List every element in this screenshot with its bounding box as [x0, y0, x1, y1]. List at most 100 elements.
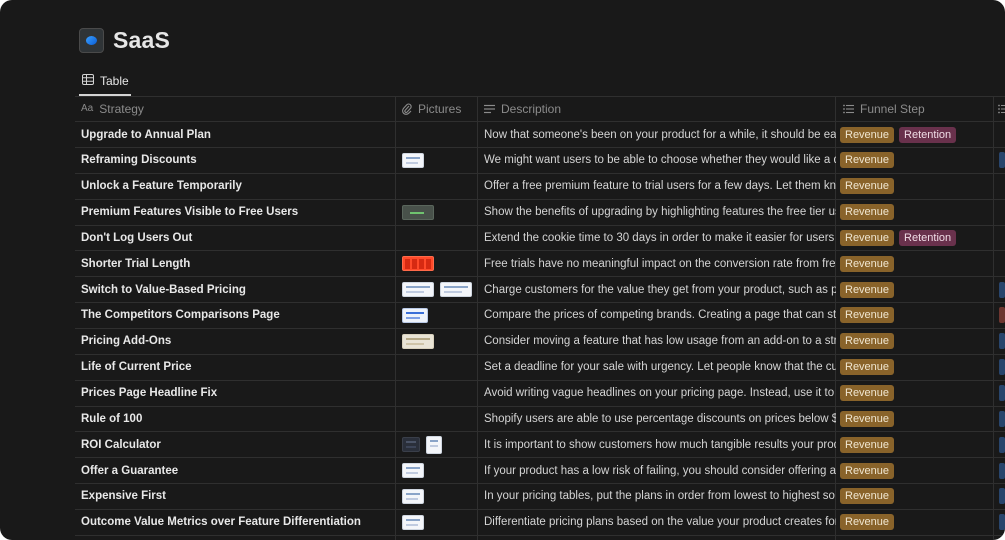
picture-thumbnail[interactable]	[440, 282, 472, 298]
table-row[interactable]: Expensive First In your pricing tables, p…	[75, 484, 1005, 510]
cell-strategy[interactable]: Prices Page Headline Fix	[81, 381, 395, 406]
cell-funnel-step[interactable]: Revenue	[840, 303, 998, 328]
cell-funnel-step[interactable]: Revenue	[840, 174, 998, 199]
table-row[interactable]: Premium Features Visible to Free Users Sh…	[75, 200, 1005, 226]
table-row[interactable]: ROI Calculator It is important to show cu…	[75, 432, 1005, 459]
table-row[interactable]: Rule of 100 Shopify users are able to use…	[75, 406, 1005, 433]
cell-funnel-step[interactable]: Revenue	[840, 484, 998, 509]
cell-next-column[interactable]	[999, 432, 1005, 457]
tab-table[interactable]: Table	[79, 68, 131, 96]
cell-funnel-step[interactable]: Revenue	[840, 148, 998, 173]
cell-description[interactable]: Avoid writing vague headlines on your pr…	[484, 381, 836, 406]
cell-strategy[interactable]: Switch to Value-Based Pricing	[81, 277, 395, 302]
picture-thumbnail[interactable]	[402, 437, 420, 453]
cell-description[interactable]: Charge customers for the value they get …	[484, 277, 836, 302]
cell-strategy[interactable]: The Competitors Comparisons Page	[81, 303, 395, 328]
cell-next-column[interactable]	[999, 381, 1005, 406]
picture-thumbnail[interactable]	[402, 488, 424, 504]
cell-pictures[interactable]	[402, 251, 478, 276]
cell-strategy[interactable]: Offer a Guarantee	[81, 458, 395, 483]
cell-description[interactable]: We might want users to be able to choose…	[484, 148, 836, 173]
cell-next-column[interactable]	[999, 510, 1005, 535]
cell-funnel-step[interactable]: Revenue	[840, 406, 998, 431]
cell-funnel-step[interactable]: Revenue Retention	[840, 225, 998, 250]
cell-strategy[interactable]: ROI Calculator	[81, 432, 395, 457]
cell-next-column[interactable]	[999, 329, 1005, 354]
picture-thumbnail[interactable]	[402, 307, 428, 323]
cell-funnel-step[interactable]: Revenue	[840, 200, 998, 225]
cell-funnel-step[interactable]: Revenue	[840, 251, 998, 276]
cell-pictures[interactable]	[402, 174, 478, 199]
cell-description[interactable]: Set a deadline for your sale with urgenc…	[484, 355, 836, 380]
cell-strategy[interactable]: Premium Features Visible to Free Users	[81, 200, 395, 225]
cell-pictures[interactable]	[402, 355, 478, 380]
cell-pictures[interactable]	[402, 432, 478, 457]
cell-pictures[interactable]	[402, 148, 478, 173]
cell-strategy[interactable]: Reframing Discounts	[81, 148, 395, 173]
cell-description[interactable]: Consider moving a feature that has low u…	[484, 329, 836, 354]
table-row[interactable]: Don't Log Users Out Extend the cookie tim…	[75, 225, 1005, 252]
cell-next-column[interactable]	[999, 355, 1005, 380]
table-row[interactable]: Upgrade to Annual Plan Now that someone's…	[75, 122, 1005, 148]
cell-funnel-step[interactable]: Revenue	[840, 458, 998, 483]
cell-strategy[interactable]: Don't Log Users Out	[81, 225, 395, 250]
table-row[interactable]: Unlock a Feature Temporarily Offer a free…	[75, 174, 1005, 200]
cell-next-column[interactable]	[999, 174, 1005, 199]
page-title[interactable]: SaaS	[113, 27, 170, 54]
cell-description[interactable]: If your product has a low risk of failin…	[484, 458, 836, 483]
cell-pictures[interactable]	[402, 200, 478, 225]
cell-pictures[interactable]	[402, 484, 478, 509]
picture-thumbnail[interactable]	[426, 435, 442, 454]
cell-next-column[interactable]	[999, 148, 1005, 173]
cell-funnel-step[interactable]: Revenue	[840, 510, 998, 535]
cell-pictures[interactable]	[402, 406, 478, 431]
cell-next-column[interactable]	[999, 303, 1005, 328]
table-row[interactable]: Pricing Add-Ons Consider moving a feature…	[75, 329, 1005, 355]
picture-thumbnail[interactable]	[402, 463, 424, 479]
picture-thumbnail[interactable]	[402, 152, 424, 168]
cell-next-column[interactable]	[999, 200, 1005, 225]
cell-next-column[interactable]	[999, 225, 1005, 250]
cell-next-column[interactable]	[999, 406, 1005, 431]
cell-next-column[interactable]	[999, 277, 1005, 302]
table-row[interactable]: Prices Page Headline Fix Avoid writing va…	[75, 381, 1005, 407]
cell-funnel-step[interactable]: Revenue	[840, 355, 998, 380]
cell-pictures[interactable]	[402, 122, 478, 147]
column-header-funnel-step[interactable]: Funnel Step	[843, 96, 925, 121]
cell-pictures[interactable]	[402, 277, 478, 302]
cell-strategy[interactable]: Expensive First	[81, 484, 395, 509]
cell-description[interactable]: Offer a free premium feature to trial us…	[484, 174, 836, 199]
table-row[interactable]: Shorter Trial Length Free trials have no …	[75, 251, 1005, 278]
picture-thumbnail[interactable]	[402, 204, 434, 220]
cell-strategy[interactable]: Outcome Value Metrics over Feature Diffe…	[81, 510, 395, 535]
cell-description[interactable]: Free trials have no meaningful impact on…	[484, 251, 836, 276]
cell-funnel-step[interactable]: Revenue	[840, 277, 998, 302]
table-row[interactable]: Outcome Value Metrics over Feature Diffe…	[75, 510, 1005, 536]
cell-strategy[interactable]: Upgrade to Annual Plan	[81, 122, 395, 147]
cell-description[interactable]: In your pricing tables, put the plans in…	[484, 484, 836, 509]
cell-strategy[interactable]: Shorter Trial Length	[81, 251, 395, 276]
cell-pictures[interactable]	[402, 458, 478, 483]
picture-thumbnail[interactable]	[402, 282, 434, 298]
cell-description[interactable]: Now that someone's been on your product …	[484, 122, 836, 147]
picture-thumbnail[interactable]	[402, 256, 434, 272]
cell-description[interactable]: Show the benefits of upgrading by highli…	[484, 200, 836, 225]
cell-funnel-step[interactable]: Revenue	[840, 329, 998, 354]
cell-description[interactable]: Extend the cookie time to 30 days in ord…	[484, 225, 836, 250]
cell-strategy[interactable]: Rule of 100	[81, 406, 395, 431]
column-header-pictures[interactable]: Pictures	[402, 96, 461, 121]
table-row[interactable]: Reframing Discounts We might want users t…	[75, 148, 1005, 174]
column-header-strategy[interactable]: Aa Strategy	[81, 96, 144, 121]
cell-pictures[interactable]	[402, 329, 478, 354]
table-row[interactable]: Life of Current Price Set a deadline for …	[75, 355, 1005, 381]
table-row[interactable]: The Competitors Comparisons Page Compare …	[75, 303, 1005, 329]
cell-pictures[interactable]	[402, 510, 478, 535]
cell-funnel-step[interactable]: Revenue	[840, 381, 998, 406]
column-header-description[interactable]: Description	[484, 96, 561, 121]
cell-pictures[interactable]	[402, 303, 478, 328]
cell-description[interactable]: Compare the prices of competing brands. …	[484, 303, 836, 328]
picture-thumbnail[interactable]	[402, 333, 434, 349]
cell-strategy[interactable]: Unlock a Feature Temporarily	[81, 174, 395, 199]
table-row[interactable]: Offer a Guarantee If your product has a l…	[75, 458, 1005, 485]
cell-pictures[interactable]	[402, 225, 478, 250]
